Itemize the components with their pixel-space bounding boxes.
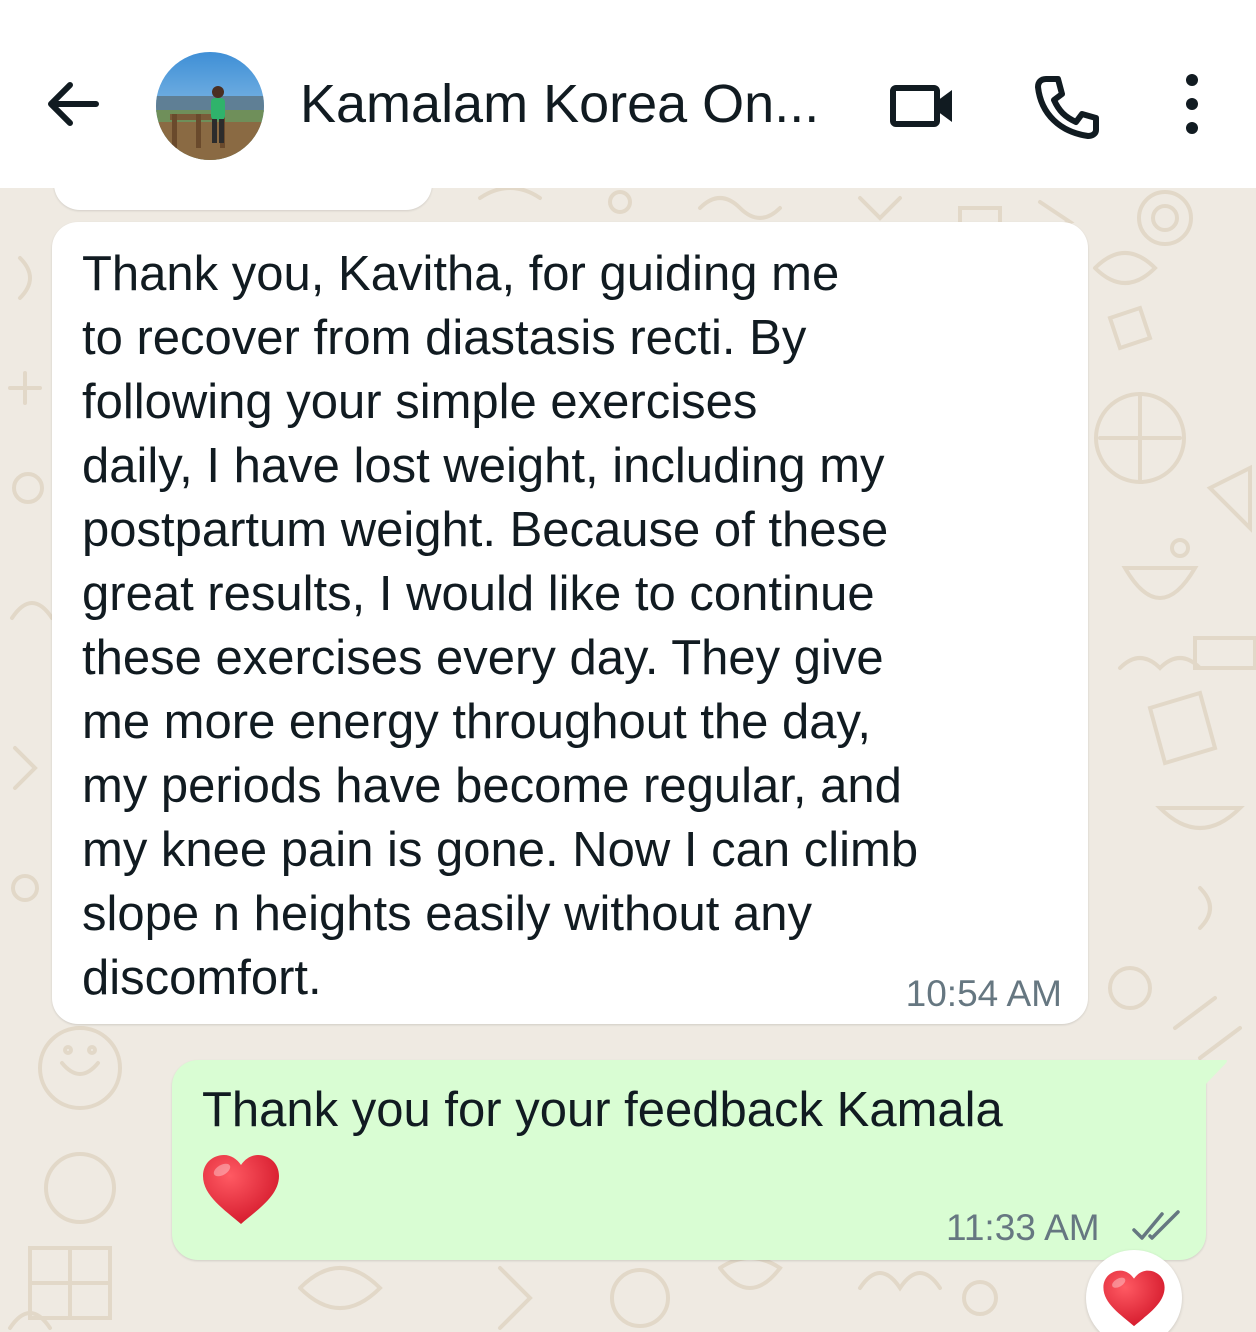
chat-header: Kamalam Korea On... [0,0,1256,188]
voice-call-button[interactable] [1030,70,1102,142]
video-camera-icon [890,85,952,127]
more-vertical-icon [1186,74,1198,134]
bubble-tail [1204,1060,1227,1086]
video-call-button[interactable] [888,76,956,136]
arrow-left-icon [48,82,99,126]
chat-title[interactable]: Kamalam Korea On... [300,72,819,136]
avatar[interactable] [156,52,264,160]
more-options-button[interactable] [1170,70,1214,140]
double-check-icon [1132,1210,1180,1240]
chat-area[interactable]: Thank you, Kavitha, for guiding me to re… [0,188,1256,1332]
red-heart-icon [1103,1270,1165,1327]
previous-message-chip [54,188,432,210]
red-heart-icon [203,1155,279,1224]
message-text: Thank you for your feedback Kamala [202,1083,1003,1137]
message-text: Thank you, Kavitha, for guiding me to re… [82,247,919,1005]
message-time: 11:33 AM [946,1207,1100,1248]
phone-icon [1035,76,1099,139]
incoming-message[interactable]: Thank you, Kavitha, for guiding me to re… [52,222,1088,1024]
outgoing-message[interactable]: Thank you for your feedback Kamala 11:33… [172,1060,1227,1260]
message-time: 10:54 AM [905,973,1062,1014]
back-button[interactable] [40,72,104,136]
